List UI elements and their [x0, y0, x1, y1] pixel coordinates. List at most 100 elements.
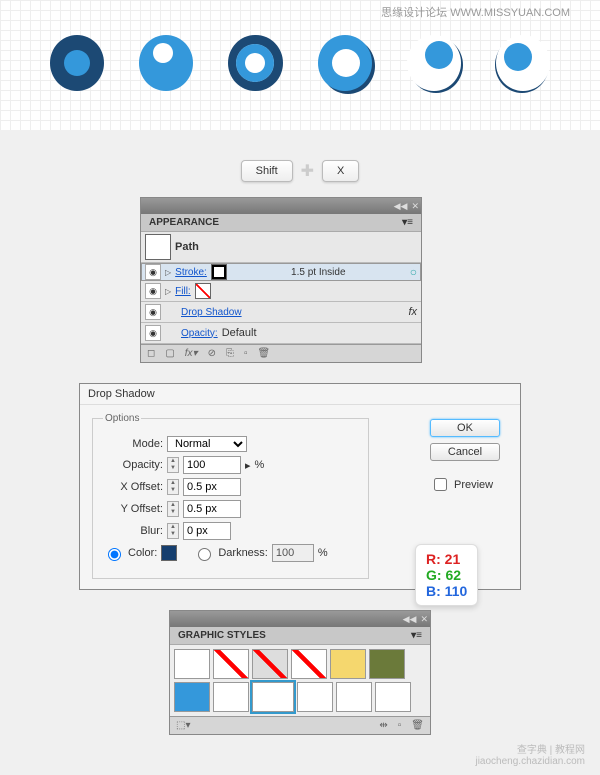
color-swatch[interactable]: [161, 545, 177, 561]
rgb-callout-2: R: 21 G: 62 B: 110: [415, 544, 478, 606]
plus-icon: ✚: [301, 161, 314, 181]
style-swatch-selected[interactable]: [252, 682, 294, 712]
yoffset-label: Y Offset:: [103, 503, 163, 515]
break-link-icon[interactable]: ⇹: [379, 720, 387, 731]
opacity-label: Opacity:: [103, 459, 163, 471]
spinner[interactable]: ▲▼: [167, 457, 179, 473]
visibility-icon[interactable]: ◉: [145, 325, 161, 341]
visibility-icon[interactable]: ◉: [145, 283, 161, 299]
style-swatch[interactable]: [174, 682, 210, 712]
appearance-panel: ◀◀✕ APPEARANCE▾≡ Path ◉ ▷ Stroke: 1.5 pt…: [140, 197, 422, 363]
drop-shadow-dialog: Drop Shadow Options Mode: Normal Opacity:…: [79, 383, 521, 590]
target-icon: ○: [410, 265, 417, 279]
stroke-label[interactable]: Stroke:: [175, 267, 207, 278]
opacity-value: Default: [222, 327, 257, 339]
collapse-icon[interactable]: ◀◀: [403, 614, 417, 625]
new-icon[interactable]: ▫: [244, 348, 248, 359]
circle-5: [407, 35, 461, 91]
stroke-swatch[interactable]: [211, 264, 227, 280]
circle-3: [228, 35, 282, 91]
darkness-radio[interactable]: [198, 548, 211, 561]
clear-icon[interactable]: ▢: [165, 348, 174, 359]
menu-icon[interactable]: ▾≡: [402, 217, 413, 228]
mode-select[interactable]: Normal: [167, 436, 247, 452]
circle-2: [139, 35, 193, 91]
preview-checkbox[interactable]: [434, 478, 447, 491]
opacity-label[interactable]: Opacity:: [181, 328, 218, 339]
effect-row[interactable]: ◉ Drop Shadow fx: [141, 302, 421, 323]
darkness-input: [272, 544, 314, 562]
fill-row[interactable]: ◉ ▷ Fill:: [141, 281, 421, 302]
yoffset-input[interactable]: [183, 500, 241, 518]
style-swatch[interactable]: [252, 649, 288, 679]
appearance-tab[interactable]: APPEARANCE▾≡: [141, 214, 421, 232]
options-legend: Options: [103, 413, 141, 424]
library-icon[interactable]: ⬚▾: [176, 720, 190, 731]
fx-add-icon[interactable]: fx▾: [185, 348, 198, 359]
color-radio[interactable]: [108, 548, 121, 561]
path-label: Path: [175, 241, 199, 253]
xoffset-input[interactable]: [183, 478, 241, 496]
visibility-icon[interactable]: ◉: [145, 264, 161, 280]
fill-swatch[interactable]: [195, 283, 211, 299]
close-icon[interactable]: ✕: [420, 614, 428, 625]
key-shift: Shift: [241, 160, 293, 182]
graphic-styles-panel: ◀◀✕ GRAPHIC STYLES▾≡ ⬚▾ ⇹ ▫ 🗑: [169, 610, 431, 735]
spinner[interactable]: ▲▼: [167, 501, 179, 517]
blur-input[interactable]: [183, 522, 231, 540]
path-row[interactable]: Path: [141, 232, 421, 263]
fill-label[interactable]: Fill:: [175, 286, 191, 297]
duplicate-icon[interactable]: ⎘: [226, 348, 234, 359]
options-group: Options Mode:Normal Opacity:▲▼▸% X Offse…: [92, 413, 369, 579]
circle-4: [318, 35, 372, 91]
style-swatch[interactable]: [291, 649, 327, 679]
watermark-top: 思缘设计论坛 WWW.MISSYUAN.COM: [381, 4, 570, 20]
path-thumb: [145, 234, 171, 260]
panel-footer: ◻ ▢ fx▾ ⊘ ⎘ ▫ 🗑: [141, 344, 421, 362]
spinner[interactable]: ▲▼: [167, 479, 179, 495]
trash-icon[interactable]: 🗑: [411, 720, 424, 731]
trash-icon[interactable]: 🗑: [258, 348, 271, 359]
mode-label: Mode:: [103, 438, 163, 450]
style-swatch[interactable]: [375, 682, 411, 712]
disclosure-icon[interactable]: ▷: [165, 287, 171, 296]
close-icon[interactable]: ✕: [411, 201, 419, 212]
xoffset-label: X Offset:: [103, 481, 163, 493]
panel-header[interactable]: ◀◀✕: [141, 198, 421, 214]
cancel-button[interactable]: Cancel: [430, 443, 500, 461]
circle-6: [496, 35, 550, 91]
style-swatch[interactable]: [336, 682, 372, 712]
opacity-input[interactable]: [183, 456, 241, 474]
shortcut-hint: Shift ✚ X: [0, 160, 600, 182]
artboard-grid: 思缘设计论坛 WWW.MISSYUAN.COM: [0, 0, 600, 130]
spinner[interactable]: ▲▼: [167, 523, 179, 539]
watermark-bottom: 查字典 | 教程网 jiaocheng.chazidian.com: [475, 741, 585, 767]
style-swatch[interactable]: [297, 682, 333, 712]
panel-header[interactable]: ◀◀✕: [170, 611, 430, 627]
style-swatch[interactable]: [174, 649, 210, 679]
disclosure-icon[interactable]: ▷: [165, 268, 171, 277]
new-style-icon[interactable]: ▫: [398, 720, 402, 731]
styles-grid: [170, 645, 430, 716]
key-x: X: [322, 160, 359, 182]
stroke-value: 1.5 pt Inside: [231, 267, 406, 278]
style-swatch[interactable]: [369, 649, 405, 679]
style-swatch[interactable]: [213, 649, 249, 679]
collapse-icon[interactable]: ◀◀: [394, 201, 408, 212]
visibility-icon[interactable]: ◉: [145, 304, 161, 320]
graphic-styles-tab[interactable]: GRAPHIC STYLES▾≡: [170, 627, 430, 645]
style-swatch[interactable]: [213, 682, 249, 712]
fx-icon: fx: [408, 306, 417, 318]
panel-footer: ⬚▾ ⇹ ▫ 🗑: [170, 716, 430, 734]
opacity-row[interactable]: ◉ Opacity: Default: [141, 323, 421, 344]
clear-appearance-icon[interactable]: ⊘: [208, 348, 216, 359]
ok-button[interactable]: OK: [430, 419, 500, 437]
stroke-row[interactable]: ◉ ▷ Stroke: 1.5 pt Inside ○: [141, 263, 421, 281]
dialog-title: Drop Shadow: [80, 384, 520, 405]
effect-label[interactable]: Drop Shadow: [181, 307, 242, 318]
style-swatch[interactable]: [330, 649, 366, 679]
circle-1: [50, 35, 104, 91]
menu-icon[interactable]: ▾≡: [411, 630, 422, 641]
blur-label: Blur:: [103, 525, 163, 537]
no-select-icon[interactable]: ◻: [147, 348, 155, 359]
